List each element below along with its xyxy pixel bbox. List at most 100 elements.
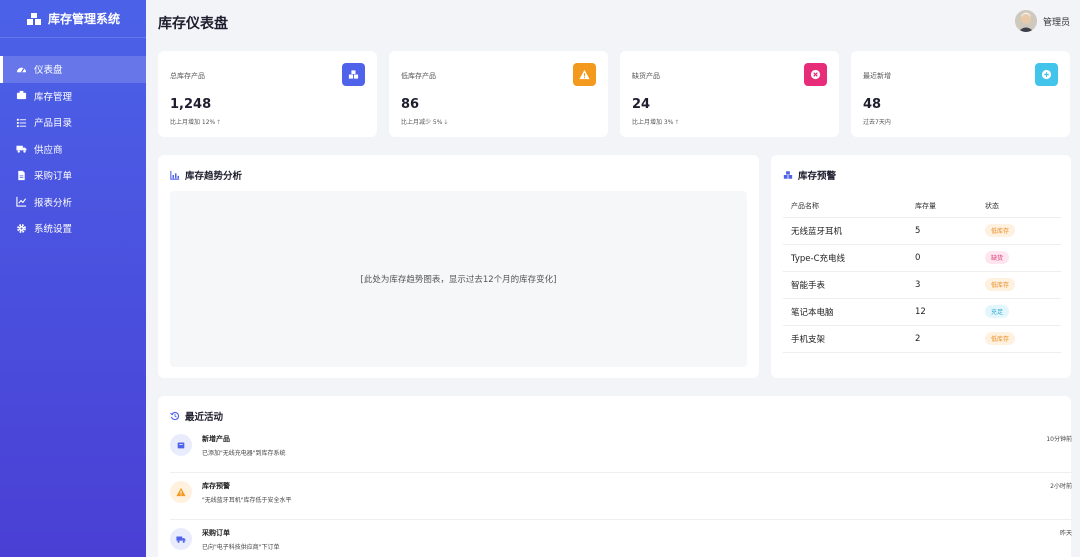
stat-sub: 比上月增加 3% 🡑 xyxy=(632,119,679,126)
stat-value: 1,248 xyxy=(170,97,212,112)
stat-label: 总库存产品 xyxy=(170,72,205,80)
stat-sub: 过去7天内 xyxy=(863,119,891,126)
panel-title: 库存预警 xyxy=(783,168,836,182)
sidebar-item-label: 系统设置 xyxy=(34,224,73,236)
activity-time: 昨天 xyxy=(1059,530,1072,537)
user-menu[interactable]: 管理员 xyxy=(1014,10,1070,32)
status-badge: 缺货 xyxy=(985,251,1010,264)
history-icon xyxy=(170,411,180,421)
stock-qty: 2 xyxy=(907,325,977,353)
sidebar-item-label: 产品目录 xyxy=(34,118,73,130)
warning-icon xyxy=(573,63,596,86)
status-badge: 低库存 xyxy=(985,332,1016,345)
activity-desc: 已向"电子科技供应商"下订单 xyxy=(202,544,280,551)
stat-card-out-of-stock: 缺货产品 24 比上月增加 3% 🡑 xyxy=(620,51,839,137)
stat-sub: 比上月减少 5% 🡓 xyxy=(401,119,448,126)
activity-desc: 已添加"无线充电器"到库存系统 xyxy=(202,450,286,457)
alerts-table: 产品名称 库存量 状态 无线蓝牙耳机 5 低库存 Type-C充电线 0 缺货 … xyxy=(783,195,1061,353)
sidebar-item-reports[interactable]: 报表分析 xyxy=(0,189,146,216)
product-name: Type-C充电线 xyxy=(783,244,907,272)
sidebar-item-label: 库存管理 xyxy=(34,91,73,103)
header: 库存仪表盘 管理员 xyxy=(146,0,1080,45)
status-badge: 低库存 xyxy=(985,278,1016,291)
stat-sub: 比上月增加 12% 🡑 xyxy=(170,119,221,126)
product-name: 笔记本电脑 xyxy=(783,298,907,326)
stock-qty: 0 xyxy=(907,244,977,272)
table-row[interactable]: 无线蓝牙耳机 5 低库存 xyxy=(783,217,1061,245)
stat-label: 缺货产品 xyxy=(632,72,660,80)
sidebar: 库存管理系统 仪表盘 库存管理 产品目录 供应商 采购订单 报表分析 系统设置 xyxy=(0,0,146,557)
dashboard-icon xyxy=(16,64,27,75)
table-row[interactable]: Type-C充电线 0 缺货 xyxy=(783,244,1061,272)
product-name: 智能手表 xyxy=(783,271,907,299)
box-icon xyxy=(170,434,192,456)
plus-circle-icon xyxy=(1035,63,1058,86)
arrow-up-icon: 🡑 xyxy=(675,119,679,126)
document-icon xyxy=(16,170,27,181)
stock-qty: 5 xyxy=(907,217,977,245)
app-name: 库存管理系统 xyxy=(47,12,120,26)
stat-value: 24 xyxy=(632,97,651,112)
status-badge: 充足 xyxy=(985,305,1010,318)
list-icon xyxy=(16,117,27,128)
trend-chart-placeholder: [此处为库存趋势图表，显示过去12个月的库存变化] xyxy=(170,191,747,367)
sidebar-item-dashboard[interactable]: 仪表盘 xyxy=(0,56,146,83)
boxes-icon xyxy=(783,171,793,179)
sidebar-item-label: 报表分析 xyxy=(34,197,73,209)
table-row[interactable]: 手机支架 2 低库存 xyxy=(783,325,1061,353)
trend-panel: 库存趋势分析 [此处为库存趋势图表，显示过去12个月的库存变化] xyxy=(158,155,759,378)
stat-value: 48 xyxy=(863,97,882,112)
sidebar-item-label: 采购订单 xyxy=(34,171,73,183)
table-row[interactable]: 智能手表 3 低库存 xyxy=(783,271,1061,299)
table-header-row: 产品名称 库存量 状态 xyxy=(783,195,1061,218)
activity-time: 10分钟前 xyxy=(1046,436,1072,443)
sidebar-item-suppliers[interactable]: 供应商 xyxy=(0,136,146,163)
column-header: 状态 xyxy=(977,195,1061,218)
column-header: 产品名称 xyxy=(783,195,907,218)
warning-icon xyxy=(170,481,192,503)
product-name: 手机支架 xyxy=(783,325,907,353)
arrow-up-icon: 🡑 xyxy=(217,119,221,126)
stat-card-recent: 最近新增 48 过去7天内 xyxy=(851,51,1070,137)
sidebar-item-inventory[interactable]: 库存管理 xyxy=(0,83,146,110)
stat-card-low-stock: 低库存产品 86 比上月减少 5% 🡓 xyxy=(389,51,608,137)
activity-desc: "无线蓝牙耳机"库存低于安全水平 xyxy=(202,497,292,504)
truck-icon xyxy=(170,528,192,550)
stock-qty: 12 xyxy=(907,298,977,326)
panel-title: 库存趋势分析 xyxy=(170,168,242,182)
sidebar-item-purchase-orders[interactable]: 采购订单 xyxy=(0,162,146,189)
truck-icon xyxy=(16,143,27,154)
stat-card-total: 总库存产品 1,248 比上月增加 12% 🡑 xyxy=(158,51,377,137)
stat-label: 最近新增 xyxy=(863,72,891,80)
sidebar-item-label: 供应商 xyxy=(34,144,63,156)
activity-item[interactable]: 采购订单 已向"电子科技供应商"下订单 昨天 xyxy=(170,520,1072,557)
gear-icon xyxy=(16,223,27,234)
alerts-panel: 库存预警 产品名称 库存量 状态 无线蓝牙耳机 5 低库存 Type-C充电线 … xyxy=(771,155,1071,378)
arrow-down-icon: 🡓 xyxy=(444,119,448,126)
activity-item[interactable]: 新增产品 已添加"无线充电器"到库存系统 10分钟前 xyxy=(170,426,1072,473)
stat-value: 86 xyxy=(401,97,420,112)
activity-item[interactable]: 库存预警 "无线蓝牙耳机"库存低于安全水平 2小时前 xyxy=(170,473,1072,520)
avatar[interactable] xyxy=(1014,10,1037,32)
page-title: 库存仪表盘 xyxy=(158,16,228,32)
status-badge: 低库存 xyxy=(985,224,1016,237)
chart-icon xyxy=(170,170,180,180)
table-row[interactable]: 笔记本电脑 12 充足 xyxy=(783,298,1061,326)
column-header: 库存量 xyxy=(907,195,977,218)
activity-panel: 最近活动 新增产品 已添加"无线充电器"到库存系统 10分钟前 库存预警 "无线… xyxy=(158,396,1072,557)
boxes-icon xyxy=(16,90,27,101)
sidebar-nav: 仪表盘 库存管理 产品目录 供应商 采购订单 报表分析 系统设置 xyxy=(0,56,146,242)
x-circle-icon xyxy=(804,63,827,86)
activity-title: 采购订单 xyxy=(202,529,230,537)
panel-title: 最近活动 xyxy=(170,409,223,423)
boxes-icon xyxy=(26,12,41,25)
activity-title: 新增产品 xyxy=(202,435,230,443)
sidebar-item-catalog[interactable]: 产品目录 xyxy=(0,109,146,136)
line-chart-icon xyxy=(16,196,27,207)
product-name: 无线蓝牙耳机 xyxy=(783,217,907,245)
activity-time: 2小时前 xyxy=(1050,483,1072,490)
sidebar-item-label: 仪表盘 xyxy=(34,65,63,77)
user-name: 管理员 xyxy=(1042,17,1070,28)
sidebar-item-settings[interactable]: 系统设置 xyxy=(0,215,146,242)
activity-title: 库存预警 xyxy=(202,482,230,490)
